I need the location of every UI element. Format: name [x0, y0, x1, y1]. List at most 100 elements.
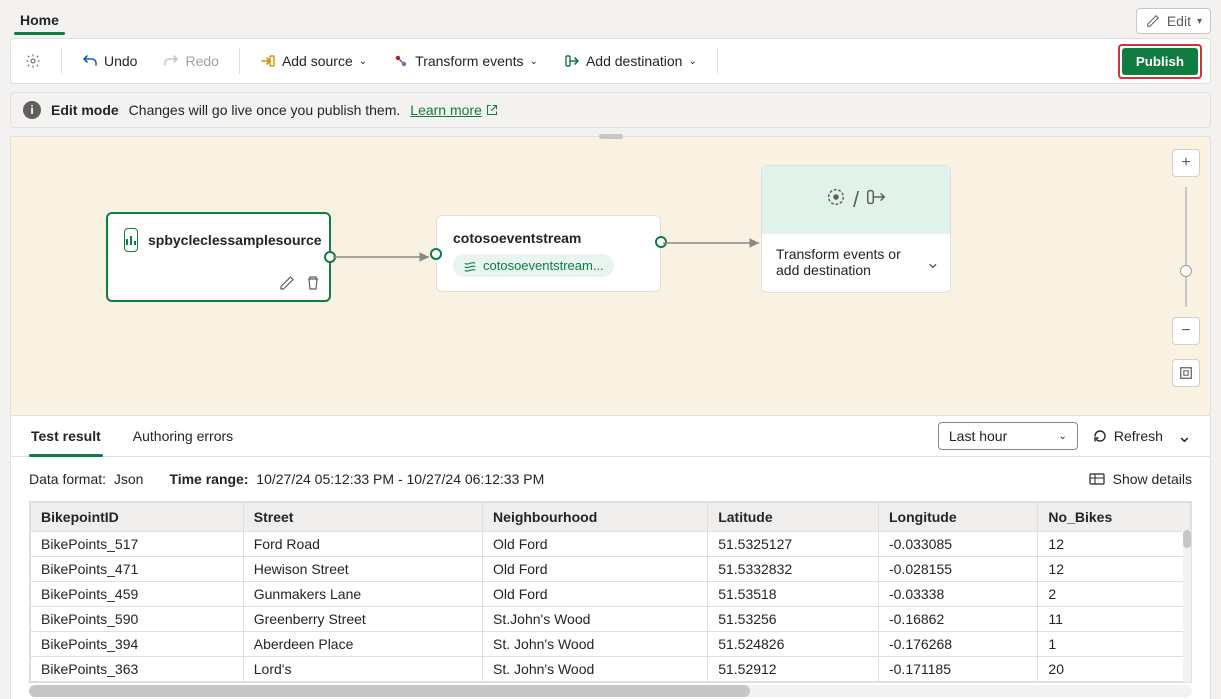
tab-home[interactable]: Home — [10, 6, 69, 34]
table-cell: 2 — [1038, 582, 1191, 607]
table-cell: Aberdeen Place — [243, 632, 482, 657]
table-cell: 51.53518 — [708, 582, 879, 607]
table-cell: St. John's Wood — [483, 657, 708, 682]
table-cell: 20 — [1038, 657, 1191, 682]
zoom-in-button[interactable]: + — [1172, 149, 1200, 177]
redo-label: Redo — [185, 53, 218, 69]
tab-authoring-errors[interactable]: Authoring errors — [131, 416, 235, 456]
table-cell: Old Ford — [483, 582, 708, 607]
node-stream-title: cotosoeventstream — [453, 230, 644, 246]
time-range-dropdown[interactable]: Last hour ⌄ — [938, 422, 1078, 450]
results-table: BikepointIDStreetNeighbourhoodLatitudeLo… — [29, 501, 1192, 683]
column-header[interactable]: Neighbourhood — [483, 503, 708, 532]
time-range-value: Last hour — [949, 428, 1007, 444]
fit-to-screen-button[interactable] — [1172, 359, 1200, 387]
chevron-down-icon[interactable]: ⌄ — [1177, 426, 1192, 447]
edit-mode-dropdown[interactable]: Edit ▾ — [1136, 8, 1211, 34]
column-header[interactable]: Street — [243, 503, 482, 532]
publish-button[interactable]: Publish — [1122, 48, 1198, 75]
chevron-down-icon: ⌄ — [1058, 431, 1066, 442]
destination-text: Transform events or add destination — [776, 246, 901, 278]
slash: / — [853, 187, 859, 213]
add-destination-icon — [564, 53, 580, 69]
table-cell: BikePoints_590 — [31, 607, 244, 632]
stream-pill-label: cotosoeventstream... — [483, 258, 604, 273]
column-header[interactable]: BikepointID — [31, 503, 244, 532]
vertical-scrollbar[interactable] — [1183, 530, 1191, 682]
chevron-down-icon: ⌄ — [530, 56, 538, 67]
scroll-thumb[interactable] — [1183, 530, 1191, 548]
table-cell: Old Ford — [483, 532, 708, 557]
table-cell: BikePoints_394 — [31, 632, 244, 657]
transform-icon — [393, 53, 409, 69]
table-row[interactable]: BikePoints_471Hewison StreetOld Ford51.5… — [31, 557, 1191, 582]
transform-events-label: Transform events — [415, 53, 523, 69]
show-details-button[interactable]: Show details — [1089, 471, 1192, 487]
scroll-thumb[interactable] — [29, 685, 750, 697]
chevron-down-icon: ⌄ — [359, 56, 367, 67]
add-source-button[interactable]: Add source ⌄ — [254, 49, 373, 73]
add-destination-label: Add destination — [586, 53, 683, 69]
undo-button[interactable]: Undo — [76, 49, 143, 73]
banner-message: Changes will go live once you publish th… — [129, 102, 401, 118]
trash-icon[interactable] — [305, 275, 321, 294]
time-range-label: Time range: — [169, 471, 248, 487]
add-destination-button[interactable]: Add destination ⌄ — [558, 49, 703, 73]
transform-icon — [825, 186, 847, 214]
table-cell: BikePoints_363 — [31, 657, 244, 682]
details-icon — [1089, 471, 1105, 487]
table-cell: BikePoints_459 — [31, 582, 244, 607]
zoom-handle[interactable] — [1180, 265, 1192, 277]
horizontal-scrollbar[interactable] — [29, 685, 1192, 697]
zoom-slider[interactable] — [1185, 187, 1187, 307]
column-header[interactable]: Longitude — [878, 503, 1037, 532]
table-row[interactable]: BikePoints_459Gunmakers LaneOld Ford51.5… — [31, 582, 1191, 607]
table-cell: -0.171185 — [878, 657, 1037, 682]
redo-button[interactable]: Redo — [157, 49, 224, 73]
node-source-title: spbycleclessamplesource — [148, 232, 322, 248]
panel-resize-grip[interactable] — [599, 134, 623, 139]
refresh-label: Refresh — [1114, 428, 1163, 444]
table-row[interactable]: BikePoints_517Ford RoadOld Ford51.532512… — [31, 532, 1191, 557]
port-out[interactable] — [655, 236, 667, 248]
table-cell: 12 — [1038, 557, 1191, 582]
learn-more-link[interactable]: Learn more — [410, 102, 498, 118]
data-format-label: Data format: — [29, 471, 106, 487]
table-cell: -0.028155 — [878, 557, 1037, 582]
transform-events-button[interactable]: Transform events ⌄ — [387, 49, 544, 73]
zoom-out-button[interactable]: − — [1172, 317, 1200, 345]
bar-chart-icon — [124, 228, 138, 252]
table-cell: 12 — [1038, 532, 1191, 557]
table-cell: Old Ford — [483, 557, 708, 582]
external-link-icon — [486, 104, 498, 116]
port-in[interactable] — [430, 248, 442, 260]
table-row[interactable]: BikePoints_590Greenberry StreetSt.John's… — [31, 607, 1191, 632]
add-source-icon — [260, 53, 276, 69]
node-source[interactable]: spbycleclessamplesource — [106, 212, 331, 302]
stream-pill[interactable]: cotosoeventstream... — [453, 254, 614, 277]
column-header[interactable]: No_Bikes — [1038, 503, 1191, 532]
table-cell: -0.176268 — [878, 632, 1037, 657]
tab-test-result[interactable]: Test result — [29, 416, 103, 456]
destination-icon — [865, 186, 887, 214]
node-stream[interactable]: cotosoeventstream cotosoeventstream... — [436, 215, 661, 292]
node-destination-placeholder[interactable]: / Transform events or add destination ⌄ — [761, 165, 951, 293]
table-cell: 11 — [1038, 607, 1191, 632]
table-cell: Ford Road — [243, 532, 482, 557]
port-out[interactable] — [324, 251, 336, 263]
graph-canvas[interactable]: spbycleclessamplesource cotosoeventstrea… — [10, 136, 1211, 416]
chevron-down-icon[interactable]: ⌄ — [926, 253, 940, 273]
table-cell: -0.03338 — [878, 582, 1037, 607]
chevron-down-icon: ▾ — [1197, 16, 1202, 27]
table-cell: 51.53256 — [708, 607, 879, 632]
pencil-icon[interactable] — [279, 275, 295, 294]
refresh-button[interactable]: Refresh — [1092, 428, 1163, 444]
table-cell: St. John's Wood — [483, 632, 708, 657]
table-row[interactable]: BikePoints_363Lord'sSt. John's Wood51.52… — [31, 657, 1191, 682]
table-row[interactable]: BikePoints_394Aberdeen PlaceSt. John's W… — [31, 632, 1191, 657]
column-header[interactable]: Latitude — [708, 503, 879, 532]
table-cell: -0.16862 — [878, 607, 1037, 632]
pencil-icon — [1145, 13, 1161, 29]
table-cell: -0.033085 — [878, 532, 1037, 557]
settings-button[interactable] — [19, 49, 47, 73]
